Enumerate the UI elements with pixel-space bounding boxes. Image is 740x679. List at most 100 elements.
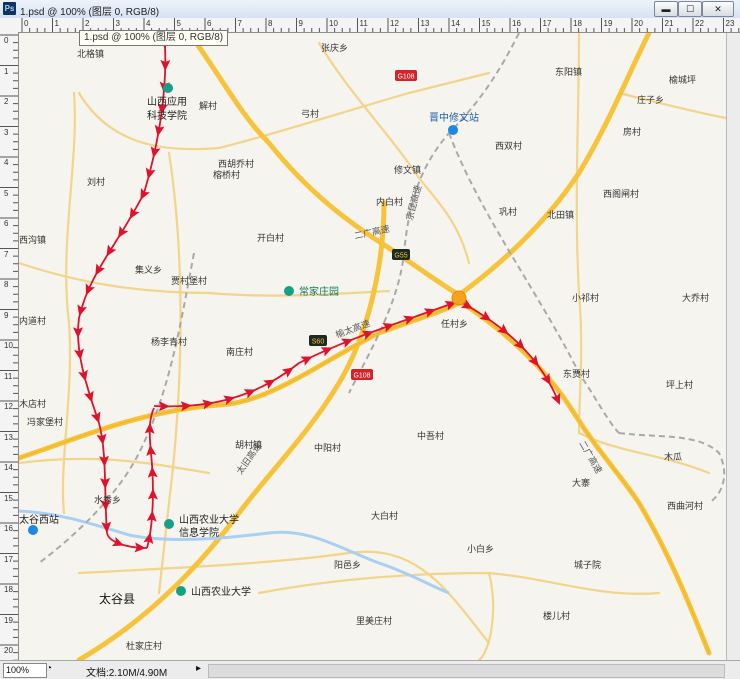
ruler-top-label: 3	[115, 19, 120, 28]
road-name-erguang2: 二广高速	[577, 439, 605, 476]
route-arrow-icon	[85, 283, 95, 296]
route-arrow-icon	[140, 187, 150, 200]
ruler-left-label: 4	[4, 158, 9, 167]
poi-label: 常家庄园	[299, 285, 339, 298]
doc-label: 文档:	[86, 668, 109, 679]
place-label: 大白村	[371, 510, 398, 521]
railways	[38, 33, 726, 564]
ruler-top-label: 21	[664, 19, 674, 28]
ruler-top-label: 5	[176, 19, 181, 28]
svg-text:G55: G55	[394, 253, 407, 260]
school-icon	[163, 83, 173, 93]
minimize-button[interactable]: ▬	[654, 1, 678, 17]
place-label: 西沟镇	[19, 234, 46, 245]
place-label: 西阁闸村	[603, 188, 639, 199]
place-label: 内道村	[19, 315, 46, 326]
place-label: 东阳镇	[555, 66, 582, 77]
document-tooltip: 1.psd @ 100% (图层 0, RGB/8)	[79, 30, 229, 46]
svg-text:G108: G108	[397, 74, 414, 81]
place-label: 榕桥村	[213, 169, 240, 180]
ruler-left[interactable]: 0 1 2 3 4 5 6 7 8 9 10 11 12 13 14 15 16 17 18 19 20	[0, 32, 19, 660]
place-label: 北格镇	[77, 48, 104, 59]
ruler-left-label: 9	[4, 310, 9, 320]
ruler-top-label: 19	[603, 19, 613, 28]
ruler-top-label: 6	[207, 19, 212, 28]
ruler-top-label: 16	[512, 19, 521, 28]
ruler-top-label: 20	[634, 19, 643, 28]
ruler-left-label: 6	[4, 219, 9, 228]
poi-label: 科技学院	[147, 109, 187, 122]
route-arrow-icon	[281, 367, 294, 378]
ruler-left-label: 2	[4, 97, 9, 106]
road-badge-s60: S60	[309, 335, 327, 346]
place-label: 北田镇	[547, 209, 574, 220]
ruler-top-label: 8	[268, 19, 273, 28]
ruler-left-label: 7	[4, 249, 9, 259]
ruler-top-label: 22	[695, 19, 704, 28]
close-button[interactable]: ✕	[702, 1, 734, 17]
ruler-top-label: 0	[24, 19, 29, 28]
horizontal-scrollbar[interactable]	[208, 664, 725, 678]
place-label: 小祁村	[572, 292, 599, 303]
zoom-icon[interactable]: ◔	[46, 663, 52, 674]
route-arrow-icon	[106, 244, 117, 257]
county-label: 太谷县	[99, 591, 135, 606]
status-bar: 100% ◔ 文档:2.10M/4.90M ▸	[0, 660, 740, 679]
maximize-button[interactable]: ☐	[678, 1, 702, 17]
vertical-scrollbar[interactable]	[726, 33, 740, 660]
zoom-level-field[interactable]: 100%	[3, 663, 47, 678]
ruler-left-label: 18	[4, 585, 13, 594]
doc-size: 2.10M/4.90M	[108, 668, 168, 679]
route-arrow-icon	[95, 263, 106, 276]
poi-label: 山西农业大学	[179, 513, 239, 526]
ruler-corner[interactable]	[0, 18, 19, 33]
place-label: 巩村	[499, 206, 517, 217]
place-label: 阳邑乡	[334, 560, 361, 570]
ruler-top-label: 18	[573, 19, 582, 28]
poi-label: 信息学院	[179, 526, 219, 539]
station-icon	[448, 125, 458, 135]
ruler-top-label: 4	[146, 19, 151, 28]
place-label: 内白村	[376, 196, 403, 207]
place-label: 西曲河村	[667, 500, 703, 511]
place-label: 西双村	[495, 140, 522, 151]
ruler-left-label: 5	[4, 188, 9, 198]
place-label: 小白乡	[467, 543, 494, 554]
document-title: 1.psd @ 100% (图层 0, RGB/8)	[20, 7, 160, 18]
place-label: 中阳村	[314, 442, 341, 453]
ruler-top-label: 2	[85, 19, 90, 28]
place-label: 大乔村	[682, 292, 709, 303]
svg-text:G108: G108	[353, 373, 370, 380]
status-menu-arrow-icon[interactable]: ▸	[196, 663, 201, 674]
poi-label: 太谷西站	[19, 513, 59, 526]
place-label: 里美庄村	[356, 615, 392, 626]
route-arrow-icon	[90, 411, 101, 424]
ruler-top-label: 9	[298, 19, 303, 28]
ruler-left-label: 15	[4, 493, 13, 503]
ruler-left-label: 8	[4, 280, 9, 289]
ruler-top-label: 10	[329, 19, 338, 28]
route-arrow-icon	[84, 390, 94, 403]
highway-junction	[451, 290, 467, 306]
place-label: 集义乡	[135, 264, 162, 275]
ruler-top-label: 11	[359, 19, 368, 28]
ruler-top-label: 7	[237, 19, 242, 28]
road-name-jingkun: 京昆高速	[403, 184, 423, 222]
route-arrow-icon	[145, 167, 156, 180]
ruler-top-label: 13	[420, 19, 430, 28]
ruler-top-label: 15	[481, 19, 491, 28]
place-label: 弓村	[301, 108, 319, 119]
ruler-left-label: 16	[4, 524, 13, 533]
place-label: 庄子乡	[637, 94, 664, 105]
route-arrow-icon	[78, 369, 88, 382]
document-canvas[interactable]: G108 G55 S60 G108 京昆高速 二广高速 榆太高速 二广高速 太旧…	[19, 33, 726, 660]
route-arrow-icon	[129, 207, 140, 220]
route-arrow-icon	[118, 225, 129, 238]
place-label: 木瓜	[664, 451, 682, 462]
ruler-left-label: 14	[4, 463, 13, 472]
road-badge-g108b: G108	[351, 369, 373, 380]
place-label: 南庄村	[226, 346, 253, 357]
route-arrow-icon	[111, 536, 124, 547]
place-label: 房村	[623, 126, 641, 137]
poi-label: 山西应用	[147, 95, 187, 108]
